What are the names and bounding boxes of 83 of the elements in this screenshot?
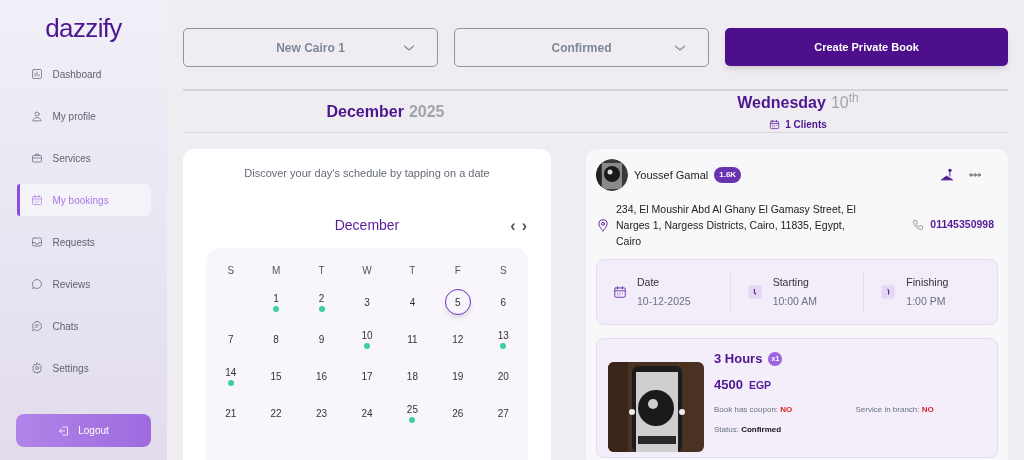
calendar-day[interactable]: 12	[444, 326, 471, 352]
weekday-heading: M	[271, 264, 281, 278]
map-pin-icon	[940, 168, 954, 182]
calendar-day[interactable]: 10	[354, 326, 380, 352]
follower-badge: 1.6K	[714, 167, 742, 183]
weekday-heading: S	[499, 264, 507, 278]
currency: EGP	[748, 377, 772, 393]
time-value: 10-12-2025	[637, 293, 691, 309]
briefcase-icon	[30, 152, 43, 164]
month-label: December	[326, 101, 404, 122]
fact-text: Service in branch: NO	[855, 404, 935, 416]
calendar-day[interactable]: 22	[263, 400, 290, 426]
calendar-day[interactable]: 16	[308, 363, 335, 389]
settings-icon	[30, 362, 43, 374]
sidebar-item[interactable]: Dashboard	[16, 58, 151, 90]
calendar-icon	[613, 285, 627, 299]
sidebar-item[interactable]: Reviews	[16, 268, 151, 300]
calendar-day[interactable]: 23	[308, 400, 335, 426]
calendar-icon	[769, 119, 781, 130]
sidebar-item[interactable]: Requests	[16, 226, 151, 258]
calendar-day[interactable]: 15	[263, 363, 290, 389]
calendar-day[interactable]: 8	[263, 326, 290, 352]
clock-icon	[880, 284, 897, 300]
calendar-day[interactable]: 9	[308, 326, 335, 352]
user-icon	[30, 110, 43, 122]
year-label: 2025	[408, 101, 445, 122]
sidebar-item[interactable]: Settings	[16, 352, 151, 384]
calendar-day[interactable]: 1	[263, 289, 290, 315]
weekday-label: Wednesday	[737, 93, 826, 113]
calendar-day[interactable]: 6	[490, 289, 517, 315]
calendar-day[interactable]: 27	[490, 400, 517, 426]
calendar-day[interactable]: 4	[399, 289, 426, 315]
chat-icon	[30, 320, 43, 332]
phone-number: 01145350998	[930, 217, 994, 233]
day-label: 10$^{th}$	[830, 91, 859, 113]
calendar-day[interactable]: 21	[217, 400, 244, 426]
sidebar-item[interactable]: Services	[16, 142, 151, 174]
calendar-day[interactable]: 7	[217, 326, 244, 352]
calendar-day[interactable]: 3	[354, 289, 380, 315]
calendar-day[interactable]: 26	[444, 400, 471, 426]
address-text: 234, El Moushir Abd Al Ghany El Gamasy Street, El Narges 1, Nargess Districts, Cairo, 11835, Egypt, Cairo	[616, 202, 857, 249]
month-title: December	[334, 216, 400, 235]
phone-icon	[912, 219, 925, 231]
weekday-heading: W	[362, 264, 372, 278]
time-label: Finishing	[906, 274, 949, 290]
speech-bubble-icon	[30, 278, 43, 290]
calendar-day[interactable]: 14	[217, 363, 244, 389]
sidebar-item[interactable]: Chats	[16, 310, 151, 342]
calendar-day[interactable]: 19	[444, 363, 471, 389]
time-value: 10:00 AM	[772, 293, 818, 309]
time-label: Starting	[772, 274, 810, 290]
client-name: Youssef Gamal	[634, 167, 709, 183]
service-title: 3 Hours	[714, 350, 763, 368]
weekday-heading: T	[318, 264, 325, 278]
calendar-day[interactable]: 2	[308, 289, 335, 315]
calendar-day[interactable]: 24	[354, 400, 380, 426]
weekday-heading: F	[454, 264, 461, 278]
fact-text: Status: Confirmed	[714, 424, 783, 436]
logout-icon	[58, 424, 71, 437]
sidebar-item[interactable]: My profile	[16, 100, 151, 132]
weekday-heading: S	[227, 264, 235, 278]
fact-text: Book has coupon: NO	[714, 404, 794, 416]
next-month-button[interactable]: ›	[521, 215, 527, 236]
previous-month-button[interactable]: ‹	[510, 215, 516, 236]
calendar-day[interactable]: 11	[399, 326, 426, 352]
calendar-icon	[30, 194, 43, 206]
price: 4500	[714, 375, 743, 394]
clock-icon	[746, 284, 763, 300]
calendar-day[interactable]: 25	[399, 400, 426, 426]
inbox-icon	[30, 236, 43, 248]
calendar-day[interactable]: 20	[490, 363, 517, 389]
hint-text: Discover your day's schedule by tapping on a date	[244, 166, 490, 181]
time-label: Date	[637, 274, 661, 290]
time-value: 1:00 PM	[906, 293, 947, 309]
chart-icon	[30, 68, 43, 80]
weekday-heading: T	[409, 264, 416, 278]
create-button[interactable]: Create Private Book	[725, 28, 1008, 66]
calendar-day[interactable]: 17	[354, 363, 380, 389]
calendar-day[interactable]: 13	[490, 326, 517, 352]
logo: dazzify	[45, 12, 122, 44]
calendar-day[interactable]: 18	[399, 363, 426, 389]
location-icon	[596, 218, 610, 232]
clients-count: 1 Clients	[785, 118, 827, 132]
